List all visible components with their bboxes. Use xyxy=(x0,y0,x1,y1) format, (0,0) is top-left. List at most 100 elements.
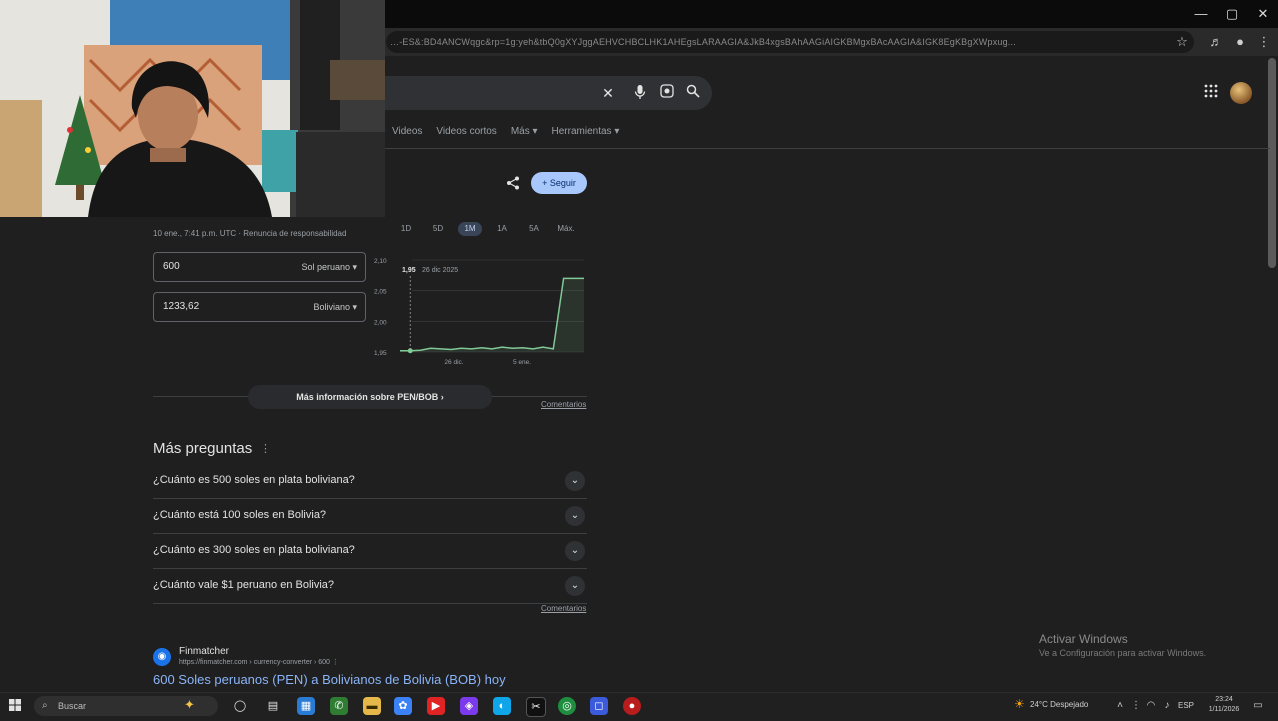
microphone-icon[interactable]: ⋮ xyxy=(1130,700,1142,711)
to-amount-value[interactable]: 1233,62 xyxy=(163,293,199,321)
timestamp-disclaimer[interactable]: 10 ene., 7:41 p.m. UTC · Renuncia de res… xyxy=(153,229,346,238)
media-controls-icon[interactable]: ♬ xyxy=(1206,32,1226,52)
whatsapp-icon[interactable]: ✆ xyxy=(330,697,348,715)
range-1m[interactable]: 1M xyxy=(458,222,482,236)
chevron-down-icon[interactable]: ⌄ xyxy=(565,576,585,596)
extension-icon[interactable]: ● xyxy=(1230,32,1250,52)
google-apps-icon[interactable] xyxy=(1204,84,1220,100)
clock-time: 23:24 xyxy=(1215,696,1233,703)
copilot-sparkle-icon[interactable]: ✦ xyxy=(184,697,195,713)
chart-x-tick-label: 26 dic. xyxy=(444,359,463,366)
chart-x-ticks: 26 dic. 5 ene. xyxy=(444,359,531,366)
youtube-icon[interactable]: ▶ xyxy=(427,697,445,715)
webcam-image xyxy=(0,0,385,217)
chrome-icon[interactable]: ◎ xyxy=(558,697,576,715)
to-currency-select[interactable]: Boliviano ▾ xyxy=(313,293,357,321)
exchange-rate-chart[interactable]: 2,10 2,05 2,00 1,95 26 dic. 5 ene. 1,95 26 d… xyxy=(372,254,590,370)
question-row[interactable]: ¿Cuánto vale $1 peruano en Bolivia? ⌄ xyxy=(153,568,587,604)
url-text: …-ES&:BD4ANCWqgc&rp=1g:yeh&tbQ0gXYJggAEH… xyxy=(390,37,1016,47)
clock-date: 1/11/2026 xyxy=(1208,706,1240,713)
range-1y[interactable]: 1A xyxy=(490,222,514,236)
from-currency-select[interactable]: Sol peruano ▾ xyxy=(301,253,357,281)
chart-y-tick-label: 1,95 xyxy=(374,350,387,357)
system-clock[interactable]: 23:24 1/11/2026 xyxy=(1204,695,1244,715)
bookmark-star-icon[interactable]: ☆ xyxy=(1172,32,1192,52)
globe-icon: ◉ xyxy=(153,648,171,666)
voice-search-icon[interactable] xyxy=(630,84,650,102)
photos-icon[interactable]: ✿ xyxy=(394,697,412,715)
tab-short-videos[interactable]: Videos cortos xyxy=(436,126,496,144)
browser-menu-icon[interactable]: ⋮ xyxy=(1254,32,1274,52)
range-max[interactable]: Máx. xyxy=(554,222,578,236)
weather-icon: ☀ xyxy=(1014,697,1025,711)
page-scrollbar[interactable] xyxy=(1268,58,1276,268)
close-window-button[interactable]: ✕ xyxy=(1248,4,1278,24)
result-source-name[interactable]: Finmatcher xyxy=(179,646,229,657)
chevron-down-icon[interactable]: ⌄ xyxy=(565,506,585,526)
range-5y[interactable]: 5A xyxy=(522,222,546,236)
notification-icon[interactable]: ▭ xyxy=(1252,700,1264,711)
widgets-icon[interactable]: ▤ xyxy=(264,697,282,715)
question-text[interactable]: ¿Cuánto es 300 soles en plata boliviana? xyxy=(153,533,355,568)
chevron-up-icon[interactable]: ˄ xyxy=(1114,700,1126,711)
address-bar[interactable]: …-ES&:BD4ANCWqgc&rp=1g:yeh&tbQ0gXYJggAEH… xyxy=(386,31,1194,53)
store-icon[interactable]: ▦ xyxy=(297,697,315,715)
profile-avatar[interactable] xyxy=(1230,82,1252,104)
search-icon[interactable] xyxy=(683,84,703,102)
chart-hover-value: 1,95 xyxy=(402,267,416,274)
chart-hover-date: 26 dic 2025 xyxy=(422,267,458,274)
clear-search-icon[interactable]: ✕ xyxy=(598,84,618,102)
search-icon: ⌕ xyxy=(42,700,48,711)
lens-search-icon[interactable] xyxy=(657,84,677,102)
minimize-button[interactable]: — xyxy=(1186,4,1216,24)
volume-icon[interactable]: ♪ xyxy=(1161,700,1173,711)
range-1d[interactable]: 1D xyxy=(394,222,418,236)
language-indicator[interactable]: ESP xyxy=(1178,701,1194,710)
to-amount-field[interactable]: 1233,62 Boliviano ▾ xyxy=(153,292,366,322)
search-tabs: Videos Videos cortos Más ▾ Herramientas … xyxy=(392,126,619,144)
tab-more[interactable]: Más ▾ xyxy=(511,126,538,144)
activate-windows-subtitle: Ve a Configuración para activar Windows. xyxy=(1039,648,1207,658)
edge-icon[interactable]: ◐ xyxy=(493,697,511,715)
question-text[interactable]: ¿Cuánto vale $1 peruano en Bolivia? xyxy=(153,568,334,603)
paa-feedback-link[interactable]: Comentarios xyxy=(541,604,586,613)
from-amount-field[interactable]: 600 Sol peruano ▾ xyxy=(153,252,366,282)
taskbar-search-label: Buscar xyxy=(58,701,87,711)
chart-series-area xyxy=(400,278,584,352)
question-row[interactable]: ¿Cuánto es 500 soles en plata boliviana?… xyxy=(153,463,587,499)
maximize-button[interactable]: ▢ xyxy=(1217,4,1247,24)
more-info-button[interactable]: Más información sobre PEN/BOB › xyxy=(248,385,492,409)
chart-y-tick-label: 2,10 xyxy=(374,258,387,265)
weather-status[interactable]: 24°C Despejado xyxy=(1030,700,1088,709)
question-text[interactable]: ¿Cuánto es 500 soles en plata boliviana? xyxy=(153,463,355,498)
question-row[interactable]: ¿Cuánto es 300 soles en plata boliviana?… xyxy=(153,533,587,569)
teams-icon[interactable]: ◈ xyxy=(460,697,478,715)
windows-start-icon[interactable] xyxy=(8,699,22,713)
app-icon[interactable]: ◻ xyxy=(590,697,608,715)
range-5d[interactable]: 5D xyxy=(426,222,450,236)
chevron-down-icon[interactable]: ⌄ xyxy=(565,471,585,491)
result-title-link[interactable]: 600 Soles peruanos (PEN) a Bolivianos de… xyxy=(153,672,506,687)
question-row[interactable]: ¿Cuánto está 100 soles en Bolivia? ⌄ xyxy=(153,498,587,534)
from-amount-value[interactable]: 600 xyxy=(163,253,180,281)
tab-videos[interactable]: Videos xyxy=(392,126,422,144)
wifi-icon[interactable]: ◠ xyxy=(1145,700,1157,711)
feedback-link[interactable]: Comentarios xyxy=(541,400,586,409)
people-also-ask-heading: Más preguntas xyxy=(153,440,253,457)
result-source-url[interactable]: https://finmatcher.com › currency-conver… xyxy=(179,658,339,666)
question-text[interactable]: ¿Cuánto está 100 soles en Bolivia? xyxy=(153,498,326,533)
share-icon[interactable] xyxy=(504,176,522,194)
chart-x-tick-label: 5 ene. xyxy=(513,359,531,366)
file-explorer-icon[interactable]: ▬ xyxy=(363,697,381,715)
chart-y-tick-label: 2,00 xyxy=(374,319,387,326)
capcut-icon[interactable]: ✂ xyxy=(526,697,546,717)
chart-hover-point xyxy=(407,348,413,354)
follow-button[interactable]: + Seguir xyxy=(531,172,587,194)
chevron-down-icon[interactable]: ⌄ xyxy=(565,541,585,561)
record-app-icon[interactable]: ● xyxy=(623,697,641,715)
task-view-icon[interactable]: ◯ xyxy=(231,697,249,715)
search-input[interactable] xyxy=(330,76,712,110)
more-options-icon[interactable]: ⋮ xyxy=(260,442,271,455)
tab-tools[interactable]: Herramientas ▾ xyxy=(552,126,620,144)
activate-windows-title: Activar Windows xyxy=(1039,632,1128,646)
